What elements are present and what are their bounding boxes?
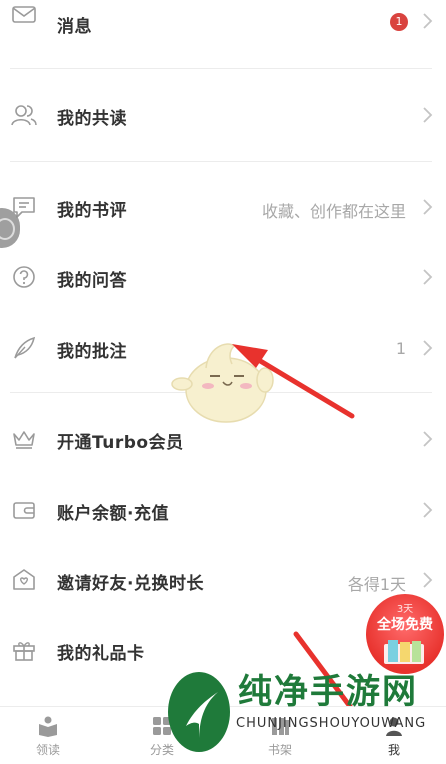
divider (10, 68, 432, 69)
question-icon (10, 263, 38, 291)
chevron-right-icon (420, 571, 434, 589)
menu-item-co-reading[interactable]: 我的共读 (0, 92, 446, 138)
menu-label: 账户余额·充值 (57, 504, 169, 524)
menu-label: 我的共读 (57, 109, 127, 129)
tab-label: 书架 (267, 743, 292, 757)
menu-item-invite[interactable]: 邀请好友·兑换时长 各得1天 (0, 557, 446, 603)
chevron-right-icon (420, 501, 434, 519)
tab-me[interactable]: 我 (364, 715, 424, 758)
promo-days: 3天 (396, 604, 414, 615)
chevron-right-icon (420, 268, 434, 286)
menu-label: 邀请好友·兑换时长 (57, 574, 204, 594)
chevron-right-icon (420, 106, 434, 124)
menu-label: 我的问答 (57, 271, 127, 291)
wallet-icon (10, 496, 38, 524)
tab-bookshelf[interactable]: 书架 (250, 715, 310, 758)
chevron-right-icon (420, 339, 434, 357)
menu-item-balance[interactable]: 账户余额·充值 (0, 487, 446, 533)
books-icon (384, 640, 424, 664)
tab-label: 领读 (35, 743, 60, 757)
menu-hint: 各得1天 (347, 575, 406, 594)
chevron-right-icon (420, 12, 434, 30)
divider (10, 161, 432, 162)
chevron-right-icon (420, 198, 434, 216)
mail-icon (10, 0, 38, 28)
reading-icon (39, 716, 57, 737)
menu-hint: 收藏、创作都在这里 (261, 202, 406, 221)
menu-label: 我的批注 (57, 342, 127, 362)
grid-icon (153, 717, 171, 735)
bottom-tab-bar: 领读 分类 书架 我 (0, 706, 446, 764)
tab-label: 我 (387, 743, 400, 757)
menu-item-qa[interactable]: 我的问答 (0, 254, 446, 300)
tab-label: 分类 (149, 743, 174, 757)
tab-lead-reading[interactable]: 领读 (18, 715, 78, 758)
tab-category[interactable]: 分类 (132, 715, 192, 758)
people-icon (10, 101, 38, 129)
mascot-image (168, 330, 278, 430)
promo-title: 全场免费 (377, 617, 433, 633)
envelope-heart-icon (10, 566, 38, 594)
feather-icon (10, 334, 38, 362)
menu-label: 消息 (57, 17, 92, 37)
menu-label: 开通Turbo会员 (57, 433, 184, 453)
gift-icon (10, 636, 38, 664)
menu-item-reviews[interactable]: 我的书评 收藏、创作都在这里 (0, 184, 446, 230)
bookshelf-icon (272, 718, 289, 735)
menu-item-messages[interactable]: 消息 1 (0, 0, 446, 46)
user-icon (386, 717, 402, 736)
chevron-right-icon (420, 430, 434, 448)
menu-label: 我的礼品卡 (57, 644, 145, 664)
crown-icon (10, 425, 38, 453)
menu-label: 我的书评 (57, 201, 127, 221)
free-promo-badge[interactable]: 3天 全场免费 (366, 594, 444, 674)
annotation-count: 1 (395, 339, 406, 358)
unread-badge: 1 (390, 13, 408, 31)
